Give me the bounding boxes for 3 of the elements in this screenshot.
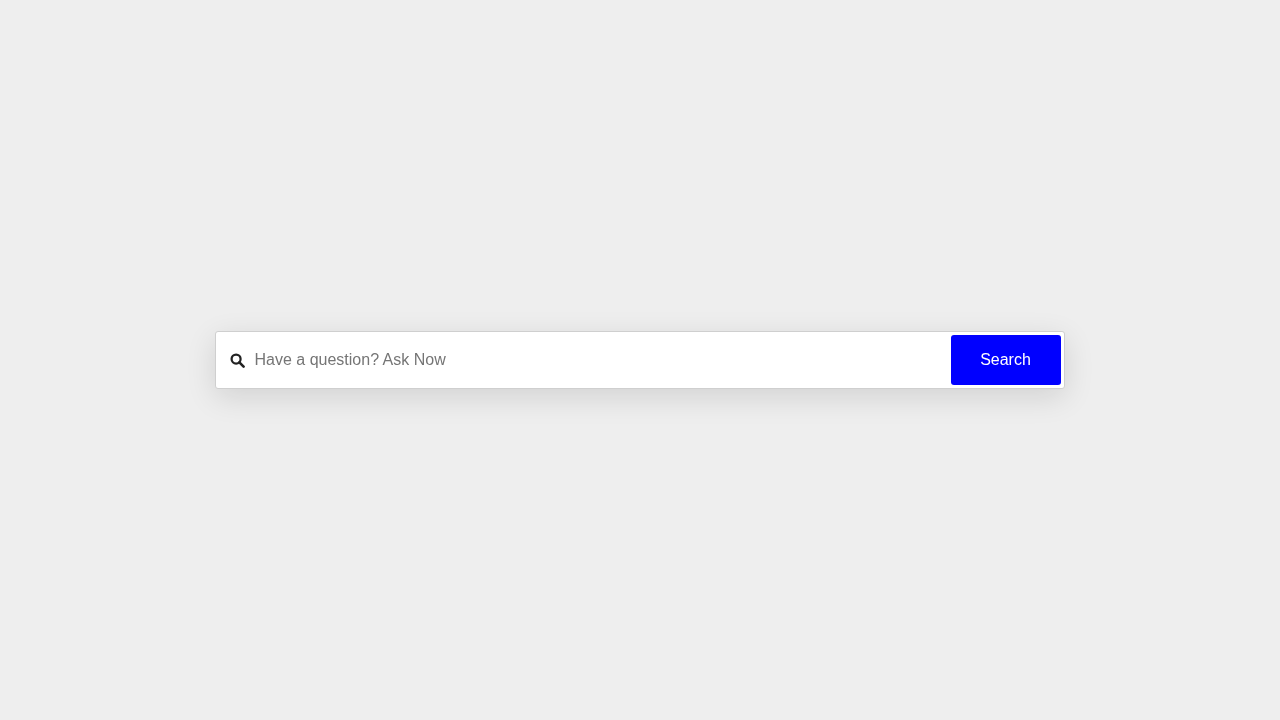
search-field[interactable]: Have a question? Ask Now Search (214, 331, 1065, 389)
search-button[interactable]: Search (950, 335, 1061, 385)
search-icon (229, 352, 245, 368)
